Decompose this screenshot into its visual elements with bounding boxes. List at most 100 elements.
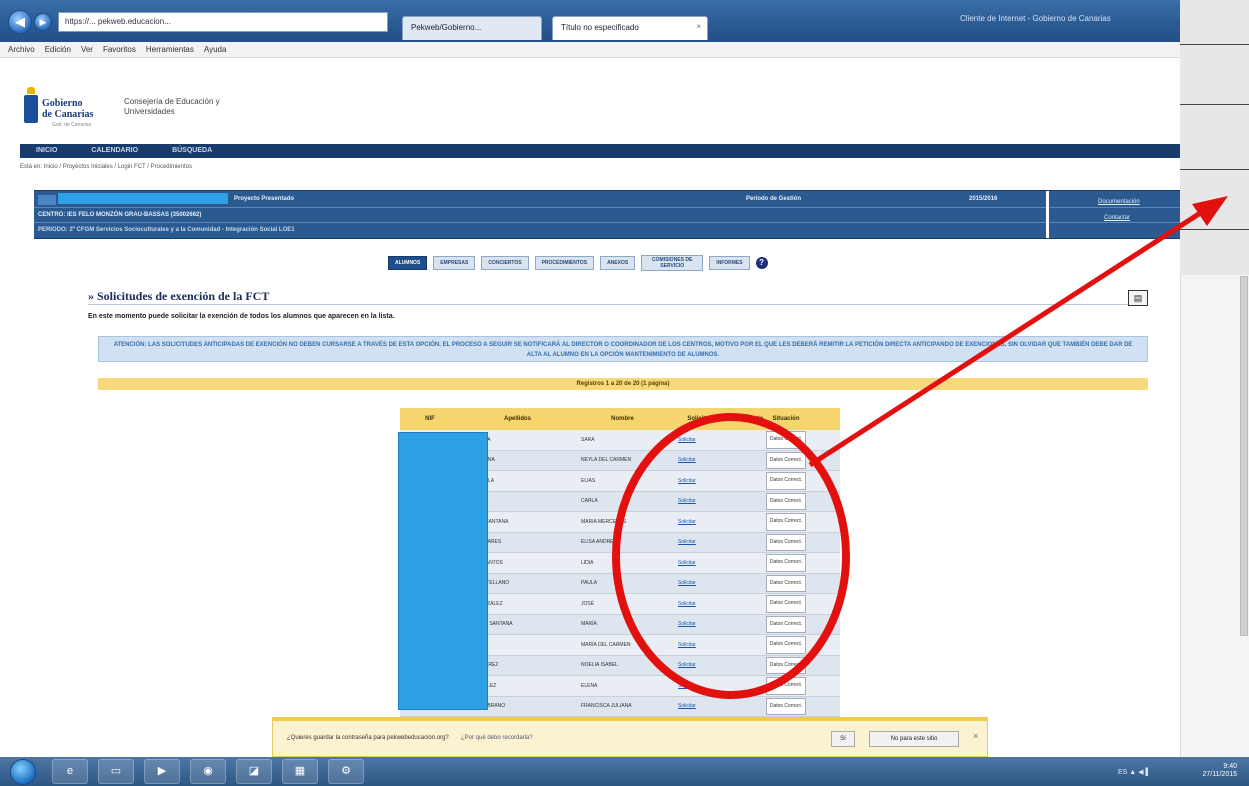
- cell-sin-exento: [730, 533, 766, 553]
- nav-calendario[interactable]: CALENDARIO: [91, 147, 138, 155]
- period-value: 2015/2016: [969, 196, 998, 202]
- tab-procedimientos[interactable]: PROCEDIMIENTOS: [534, 256, 595, 270]
- menu-ver[interactable]: Ver: [81, 45, 93, 54]
- col-solicitud[interactable]: Solicitud: [670, 408, 730, 430]
- not-for-site-button[interactable]: No para este sitio: [869, 731, 959, 747]
- cell-nombre: NOELIA ISABEL: [581, 662, 618, 669]
- table-header: NIF Apellidos Nombre Solicitud Sin exent…: [400, 408, 840, 430]
- section-tabs: ALUMNOS EMPRESAS CONCIERTOS PROCEDIMIENT…: [388, 255, 768, 271]
- divider: [1180, 44, 1249, 45]
- menu-archivo[interactable]: Archivo: [8, 45, 35, 54]
- scrollbar-track[interactable]: [1180, 275, 1249, 757]
- cell-nombre: ELENA: [581, 682, 598, 689]
- cell-nombre: NEYLA DEL CARMEN: [581, 457, 632, 464]
- clock-time: 9:40: [1223, 763, 1237, 770]
- solicitar-link[interactable]: Solicitar: [670, 697, 730, 717]
- col-apellidos[interactable]: Apellidos: [460, 408, 575, 430]
- browser-tab-2[interactable]: Título no especificado ×: [552, 16, 708, 40]
- site-nav: INICIO CALENDARIO BÚSQUEDA: [20, 144, 1180, 158]
- cell-nombre: ELISA ANDREA: [581, 539, 617, 546]
- cell-sin-exento: [730, 615, 766, 635]
- situacion-badge: Datos Correct.: [766, 656, 806, 674]
- solicitar-link[interactable]: Solicitar: [670, 635, 730, 655]
- cycle-name: PERIODO: 2º CFGM Servicios Sociocultural…: [38, 227, 295, 233]
- logo-text: Gobierno de Canarias: [42, 98, 102, 120]
- folder-icon[interactable]: ▭: [98, 759, 134, 784]
- solicitar-link[interactable]: Solicitar: [670, 676, 730, 696]
- help-icon[interactable]: ?: [755, 257, 768, 269]
- divider: [88, 304, 1128, 305]
- back-icon[interactable]: ◀: [8, 10, 32, 34]
- gobierno-logo: [24, 87, 38, 123]
- tab-empresas[interactable]: EMPRESAS: [433, 256, 476, 270]
- clock-date: 27/11/2015: [1202, 771, 1237, 778]
- cell-nombre: MARÍA DEL CARMEN: [581, 641, 631, 648]
- tab-alumnos[interactable]: ALUMNOS: [388, 256, 428, 270]
- ie-icon[interactable]: e: [52, 759, 88, 784]
- logo-sub: Gob. de Canarias: [52, 122, 92, 128]
- address-bar[interactable]: https://... pekweb.educacion...: [58, 12, 388, 32]
- print-icon[interactable]: ▤: [1128, 290, 1148, 306]
- chrome-icon[interactable]: ◉: [190, 759, 226, 784]
- tab-anexos[interactable]: ANEXOS: [600, 256, 636, 270]
- close-icon[interactable]: ×: [973, 731, 978, 741]
- solicitar-link[interactable]: Solicitar: [670, 430, 730, 450]
- col-sin-exento: Sin exento: [732, 416, 764, 422]
- breadcrumb: Está en: Inicio / Proyectos Iniciales / …: [20, 164, 192, 170]
- col-nif[interactable]: NIF: [400, 408, 460, 430]
- start-button[interactable]: [10, 759, 36, 785]
- yes-button[interactable]: Sí: [831, 731, 855, 747]
- center-name: CENTRO: IES FELO MONZÓN GRAU-BASSAS (350…: [38, 212, 202, 218]
- pdf-icon[interactable]: ◪: [236, 759, 272, 784]
- cell-nombre: MARIA MERCEDES: [581, 518, 627, 525]
- solicitar-link[interactable]: Solicitar: [670, 533, 730, 553]
- solicitar-link[interactable]: Solicitar: [670, 656, 730, 676]
- tray-icons[interactable]: ES ▲ ◀ ▌: [1118, 768, 1150, 776]
- solicitar-link[interactable]: Solicitar: [670, 594, 730, 614]
- media-icon[interactable]: ▶: [144, 759, 180, 784]
- info-panel: Proyecto Presentado Período de Gestión 2…: [34, 190, 1180, 239]
- contactar-link[interactable]: Contactar: [1104, 215, 1130, 221]
- solicitar-link[interactable]: Solicitar: [670, 451, 730, 471]
- excel-icon[interactable]: ▦: [282, 759, 318, 784]
- solicitar-link[interactable]: Solicitar: [670, 553, 730, 573]
- cell-sin-exento: [730, 430, 766, 450]
- solicitar-link[interactable]: Solicitar: [670, 471, 730, 491]
- browser-tab-1[interactable]: Pekweb/Gobierno...: [402, 16, 542, 40]
- tab-conciertos[interactable]: CONCIERTOS: [481, 256, 529, 270]
- close-icon[interactable]: ×: [696, 22, 701, 31]
- logo-line2: de Canarias: [42, 109, 94, 120]
- cell-sin-exento: [730, 574, 766, 594]
- solicitar-link[interactable]: Solicitar: [670, 512, 730, 532]
- solicitar-link[interactable]: Solicitar: [670, 492, 730, 512]
- page-title-text: Solicitudes de exención de la FCT: [97, 289, 270, 303]
- tab-label: Pekweb/Gobierno...: [411, 23, 482, 32]
- redaction-block: [38, 195, 56, 205]
- menu-favoritos[interactable]: Favoritos: [103, 45, 136, 54]
- col-situacion: Situación: [772, 416, 800, 422]
- menu-ayuda[interactable]: Ayuda: [204, 45, 227, 54]
- menu-herramientas[interactable]: Herramientas: [146, 45, 194, 54]
- project-label: Proyecto Presentado: [234, 196, 295, 202]
- clock[interactable]: 9:40 27/11/2015: [1202, 763, 1237, 779]
- col-nombre[interactable]: Nombre: [575, 408, 670, 430]
- forward-icon[interactable]: ▶: [34, 13, 52, 31]
- scrollbar-thumb[interactable]: [1240, 276, 1248, 636]
- cell-sin-exento: [730, 553, 766, 573]
- why-link[interactable]: ¿Por qué debo recordarla?: [461, 735, 533, 741]
- nav-busqueda[interactable]: BÚSQUEDA: [172, 147, 212, 155]
- documentacion-link[interactable]: Documentación: [1098, 199, 1140, 205]
- nav-inicio[interactable]: INICIO: [36, 147, 57, 155]
- solicitar-link[interactable]: Solicitar: [670, 615, 730, 635]
- tab-comisiones[interactable]: COMISIONES DE SERVICIO: [641, 255, 704, 271]
- divider: [1180, 104, 1249, 105]
- solicitar-link[interactable]: Solicitar: [670, 574, 730, 594]
- cell-nombre: JOSÉ: [581, 600, 595, 607]
- cell-sin-exento: [730, 635, 766, 655]
- settings-icon[interactable]: ⚙: [328, 759, 364, 784]
- menu-edicion[interactable]: Edición: [45, 45, 71, 54]
- cell-sin-exento: [730, 492, 766, 512]
- tab-informes[interactable]: INFORMES: [709, 256, 750, 270]
- logo-line1: Gobierno: [42, 98, 83, 109]
- divider: [1046, 191, 1049, 238]
